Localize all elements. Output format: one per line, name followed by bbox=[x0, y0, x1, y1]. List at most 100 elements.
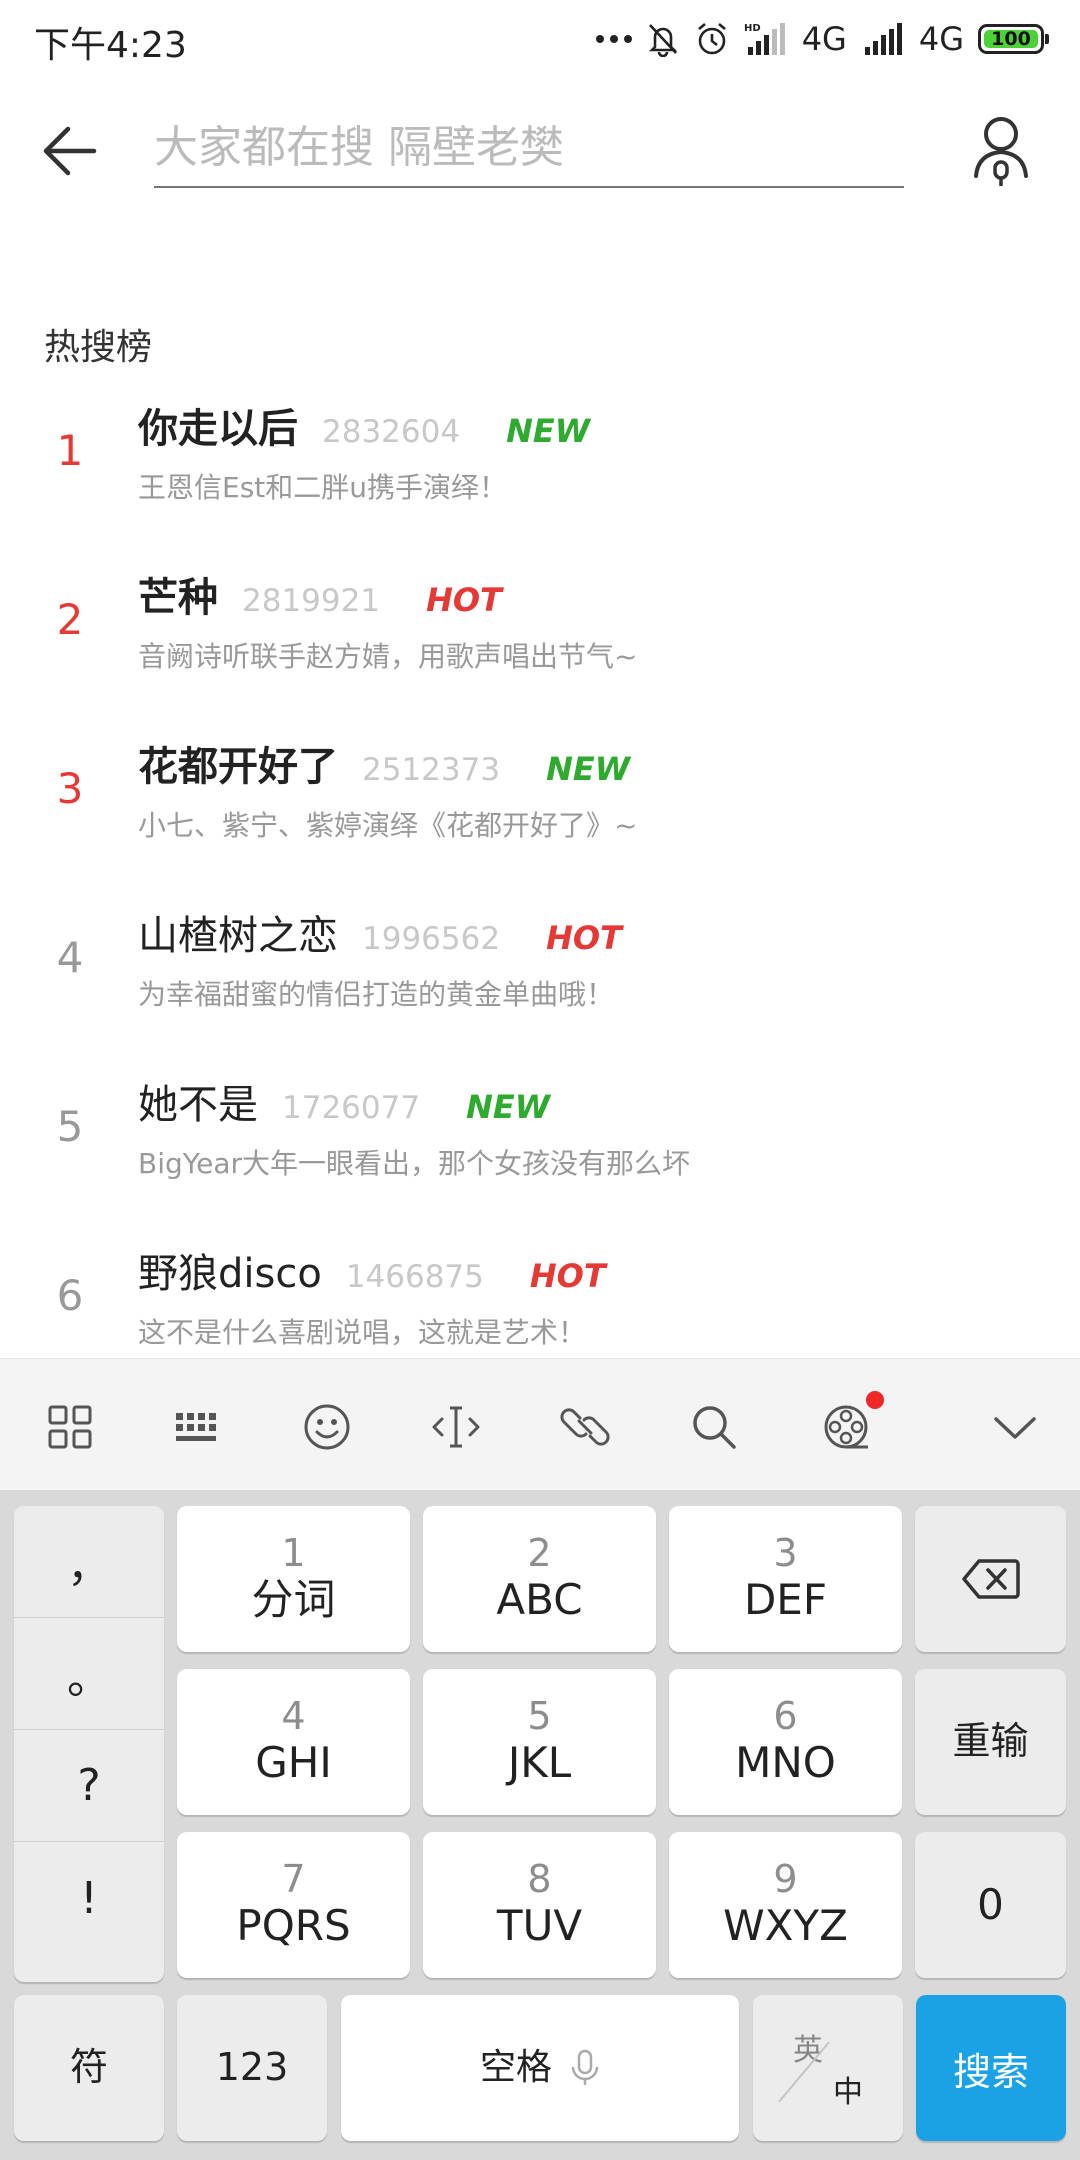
search-count: 1726077 bbox=[282, 1090, 421, 1126]
rank-number: 3 bbox=[56, 764, 84, 813]
symbol-key[interactable]: 符 bbox=[14, 1995, 164, 2141]
new-tag: NEW bbox=[506, 412, 590, 450]
chevron-down-icon bbox=[994, 1417, 1036, 1439]
key-8[interactable]: 8 TUV bbox=[423, 1832, 656, 1978]
hot-list-item[interactable]: 3 花都开好了 2512373 NEW 小七、紫宁、紫婷演绎《花都开好了》~ bbox=[0, 724, 1080, 893]
punct-period-key[interactable]: 。 bbox=[14, 1618, 164, 1730]
grid-menu-button[interactable] bbox=[38, 1395, 102, 1459]
space-label: 空格 bbox=[479, 2047, 552, 2089]
search-key-label: 搜索 bbox=[952, 2049, 1029, 2094]
numeric-key[interactable]: 123 bbox=[177, 1995, 327, 2141]
key-label: PQRS bbox=[236, 1900, 351, 1950]
key-number: 9 bbox=[773, 1856, 798, 1901]
punctuation-column: ， 。 ? ! bbox=[14, 1506, 164, 1982]
reenter-label: 重输 bbox=[952, 1719, 1029, 1764]
hot-list-item[interactable]: 1 你走以后 2832604 NEW 王恩信Est和二胖u携手演绎！ bbox=[0, 386, 1080, 555]
hd-signal-icon: HD bbox=[744, 23, 785, 55]
space-key[interactable]: 空格 bbox=[341, 1995, 739, 2141]
key-6[interactable]: 6 MNO bbox=[669, 1669, 902, 1815]
svg-text:HD: HD bbox=[744, 23, 761, 34]
song-title: 她不是 bbox=[138, 1082, 258, 1128]
punct-exclaim-key[interactable]: ! bbox=[14, 1842, 164, 1954]
search-count: 2832604 bbox=[322, 414, 461, 450]
key-5[interactable]: 5 JKL bbox=[423, 1669, 656, 1815]
lang-en-label: 英 bbox=[793, 2033, 823, 2068]
new-tag: NEW bbox=[546, 750, 630, 788]
key-label: MNO bbox=[735, 1737, 836, 1787]
hot-list-title: 热搜榜 bbox=[44, 327, 153, 368]
emoji-icon bbox=[304, 1404, 350, 1450]
film-reel-icon bbox=[824, 1405, 868, 1449]
hot-list-item[interactable]: 5 她不是 1726077 NEW BigYear大年一眼看出，那个女孩没有那么… bbox=[0, 1062, 1080, 1231]
key-label: 分词 bbox=[251, 1574, 336, 1624]
song-title: 野狼disco bbox=[138, 1251, 322, 1297]
punct-question-key[interactable]: ? bbox=[14, 1730, 164, 1842]
hot-tag: HOT bbox=[546, 919, 622, 957]
key-number: 6 bbox=[773, 1693, 798, 1738]
key-0[interactable]: 0 bbox=[915, 1832, 1066, 1978]
song-description: 小七、紫宁、紫婷演绎《花都开好了》~ bbox=[138, 809, 638, 842]
key-label: 0 bbox=[977, 1879, 1004, 1929]
keyboard-icon bbox=[176, 1413, 216, 1441]
hot-list-item[interactable]: 4 山楂树之恋 1996562 HOT 为幸福甜蜜的情侣打造的黄金单曲哦！ bbox=[0, 893, 1080, 1062]
backspace-key[interactable] bbox=[915, 1506, 1066, 1652]
song-description: BigYear大年一眼看出，那个女孩没有那么坏 bbox=[138, 1147, 691, 1180]
key-number: 5 bbox=[527, 1693, 552, 1738]
search-toolbar-button[interactable] bbox=[682, 1395, 746, 1459]
notification-dot bbox=[866, 1391, 884, 1409]
skin-button[interactable] bbox=[816, 1391, 884, 1459]
key-label: DEF bbox=[743, 1574, 828, 1624]
search-count: 2819921 bbox=[242, 583, 381, 619]
mute-bell-icon bbox=[648, 24, 677, 57]
song-description: 为幸福甜蜜的情侣打造的黄金单曲哦！ bbox=[138, 978, 615, 1011]
status-icons: HD 4G 4G 100 bbox=[595, 14, 1049, 64]
emoji-button[interactable] bbox=[295, 1395, 359, 1459]
symbol-label: 符 bbox=[69, 2045, 108, 2090]
key-label: ABC bbox=[496, 1574, 583, 1624]
key-7[interactable]: 7 PQRS bbox=[177, 1832, 410, 1978]
key-label: JKL bbox=[507, 1737, 572, 1787]
key-label: GHI bbox=[255, 1737, 332, 1787]
reenter-key[interactable]: 重输 bbox=[915, 1669, 1066, 1815]
hide-keyboard-button[interactable] bbox=[983, 1395, 1047, 1459]
signal-icon bbox=[864, 23, 902, 55]
key-9[interactable]: 9 WXYZ bbox=[669, 1832, 902, 1978]
key-4[interactable]: 4 GHI bbox=[177, 1669, 410, 1815]
search-key[interactable]: 搜索 bbox=[916, 1995, 1066, 2141]
key-number: 3 bbox=[773, 1530, 798, 1575]
user-mic-icon bbox=[974, 117, 1028, 186]
search-count: 2512373 bbox=[362, 752, 501, 788]
back-button[interactable] bbox=[36, 116, 116, 186]
keyboard-toolbar bbox=[0, 1358, 1080, 1490]
cursor-button[interactable] bbox=[424, 1395, 488, 1459]
key-2[interactable]: 2 ABC bbox=[423, 1506, 656, 1652]
key-1[interactable]: 1 分词 bbox=[177, 1506, 410, 1652]
key-3[interactable]: 3 DEF bbox=[669, 1506, 902, 1652]
key-number: 8 bbox=[527, 1856, 552, 1901]
recognize-song-button[interactable] bbox=[966, 110, 1036, 190]
clipboard-button[interactable] bbox=[553, 1395, 617, 1459]
language-switch-key[interactable]: 英 中 bbox=[753, 1995, 903, 2141]
hot-list-item[interactable]: 2 芒种 2819921 HOT 音阙诗听联手赵方婧，用歌声唱出节气~ bbox=[0, 555, 1080, 724]
backspace-icon bbox=[961, 1559, 1020, 1599]
keyboard-switch-button[interactable] bbox=[166, 1395, 230, 1459]
lang-zh-label: 中 bbox=[833, 2075, 863, 2110]
status-time: 下午4:23 bbox=[34, 25, 187, 66]
song-description: 音阙诗听联手赵方婧，用歌声唱出节气~ bbox=[138, 640, 638, 673]
search-input[interactable] bbox=[154, 108, 904, 188]
link-clip-icon bbox=[560, 1408, 610, 1446]
hot-tag: HOT bbox=[529, 1257, 606, 1295]
network-type-1: 4G bbox=[801, 20, 847, 58]
search-count: 1466875 bbox=[345, 1259, 484, 1295]
battery-icon: 100 bbox=[978, 24, 1049, 54]
rank-number: 6 bbox=[56, 1271, 84, 1320]
rank-number: 2 bbox=[56, 595, 84, 644]
back-arrow-icon bbox=[43, 126, 97, 176]
rank-number: 1 bbox=[56, 426, 84, 475]
song-description: 王恩信Est和二胖u携手演绎！ bbox=[138, 471, 508, 504]
microphone-icon bbox=[571, 2049, 599, 2085]
new-tag: NEW bbox=[466, 1088, 550, 1126]
key-label: TUV bbox=[496, 1900, 583, 1950]
punct-comma-key[interactable]: ， bbox=[14, 1506, 164, 1618]
alarm-icon bbox=[697, 23, 726, 55]
